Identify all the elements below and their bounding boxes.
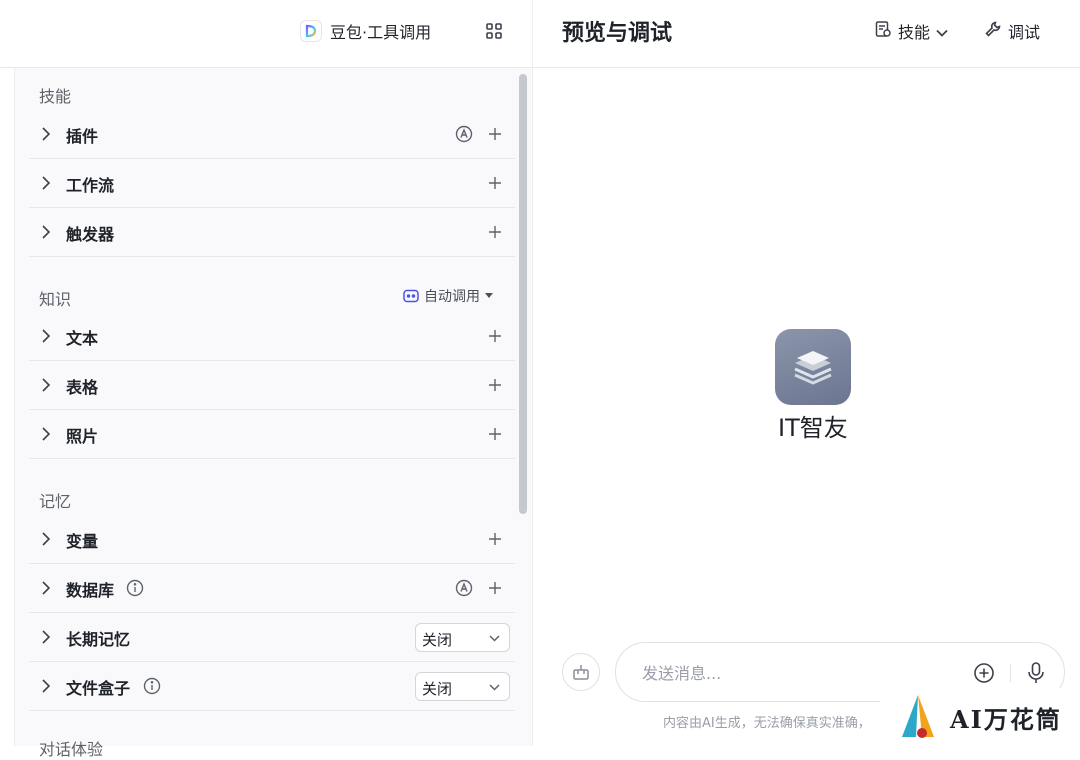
skill-dropdown-button[interactable]: 技能: [874, 19, 948, 43]
memory-row-variable[interactable]: 变量: [29, 515, 515, 564]
select-value: 关闭: [422, 631, 453, 649]
bot-name: IT智友: [778, 414, 848, 442]
panel-divider: [532, 0, 533, 746]
chevron-right-icon: [42, 679, 51, 693]
debug-button[interactable]: 调试: [984, 19, 1040, 43]
add-variable-icon[interactable]: [488, 532, 502, 546]
ai-disclaimer: 内容由AI生成，无法确保真实准确，: [663, 716, 871, 731]
add-photo-icon[interactable]: [488, 427, 502, 441]
doubao-logo-icon: [300, 20, 322, 42]
chevron-right-icon: [42, 225, 51, 239]
add-table-icon[interactable]: [488, 378, 502, 392]
knowledge-row-photo[interactable]: 照片: [29, 410, 515, 459]
auto-invoke-label: 自动调用: [424, 289, 480, 305]
bot-avatar: [775, 329, 851, 405]
model-name: 豆包·工具调用: [330, 23, 432, 42]
row-label: 插件: [66, 127, 99, 146]
chevron-down-icon: [489, 684, 500, 691]
knowledge-row-text[interactable]: 文本: [29, 312, 515, 361]
watermark: AI万花筒: [880, 688, 1080, 746]
microphone-icon[interactable]: [1026, 661, 1046, 685]
section-title-knowledge: 知识: [39, 290, 72, 309]
caret-down-icon: [485, 293, 493, 298]
knowledge-row-table[interactable]: 表格: [29, 361, 515, 410]
row-label: 文本: [66, 329, 99, 348]
add-database-icon[interactable]: [488, 581, 502, 595]
row-label: 文件盒子: [66, 679, 131, 698]
chevron-right-icon: [42, 176, 51, 190]
skill-row-workflow[interactable]: 工作流: [29, 159, 515, 208]
chevron-down-icon: [489, 635, 500, 642]
add-workflow-icon[interactable]: [488, 176, 502, 190]
row-label: 触发器: [66, 225, 115, 244]
chevron-right-icon: [42, 630, 51, 644]
row-label: 长期记忆: [66, 630, 131, 649]
preview-title: 预览与调试: [562, 21, 673, 46]
row-label: 工作流: [66, 176, 115, 195]
add-plugin-icon[interactable]: [488, 127, 502, 141]
memory-row-long-term[interactable]: 长期记忆 关闭: [29, 613, 515, 662]
chevron-right-icon: [42, 378, 51, 392]
auto-mode-icon[interactable]: [455, 125, 473, 143]
watermark-logo-icon: [902, 695, 934, 738]
add-attachment-icon[interactable]: [973, 662, 995, 684]
message-input[interactable]: [642, 661, 962, 685]
info-icon[interactable]: [126, 579, 144, 597]
row-label: 变量: [66, 532, 99, 551]
info-icon[interactable]: [143, 677, 161, 695]
row-label: 表格: [66, 378, 99, 397]
debug-label: 调试: [1008, 23, 1041, 42]
wrench-icon: [984, 20, 1002, 42]
broom-icon: [573, 665, 589, 680]
row-label: 数据库: [66, 581, 115, 600]
clear-context-button[interactable]: [562, 653, 600, 691]
top-bar: 豆包·工具调用 预览与调试 技能 调试: [0, 0, 1080, 68]
select-value: 关闭: [422, 680, 453, 698]
skill-doc-icon: [874, 20, 892, 42]
add-trigger-icon[interactable]: [488, 225, 502, 239]
skill-label: 技能: [898, 23, 931, 42]
row-label: 照片: [66, 427, 99, 446]
memory-row-database[interactable]: 数据库: [29, 564, 515, 613]
chevron-down-icon: [936, 22, 948, 41]
memory-row-file-box[interactable]: 文件盒子 关闭: [29, 662, 515, 711]
section-title-memory: 记忆: [39, 492, 72, 511]
auto-mode-icon[interactable]: [455, 579, 473, 597]
layers-icon: [794, 351, 832, 385]
skill-row-trigger[interactable]: 触发器: [29, 208, 515, 257]
watermark-text: AI万花筒: [950, 704, 1062, 734]
grid-view-icon[interactable]: [484, 21, 504, 41]
input-separator: [1010, 664, 1011, 682]
add-text-icon[interactable]: [488, 329, 502, 343]
section-title-dialog: 对话体验: [39, 740, 104, 759]
chevron-right-icon: [42, 329, 51, 343]
scrollbar-thumb[interactable]: [519, 74, 527, 514]
model-selector[interactable]: 豆包·工具调用: [300, 18, 431, 44]
chevron-right-icon: [42, 427, 51, 441]
long-term-memory-select[interactable]: 关闭: [415, 623, 510, 652]
file-box-select[interactable]: 关闭: [415, 672, 510, 701]
skill-row-plugin[interactable]: 插件: [29, 110, 515, 159]
section-title-skills: 技能: [39, 87, 72, 106]
chevron-right-icon: [42, 532, 51, 546]
auto-invoke-dropdown[interactable]: 自动调用: [403, 286, 493, 306]
chevron-right-icon: [42, 127, 51, 141]
robot-icon: [403, 289, 419, 303]
chevron-right-icon: [42, 581, 51, 595]
